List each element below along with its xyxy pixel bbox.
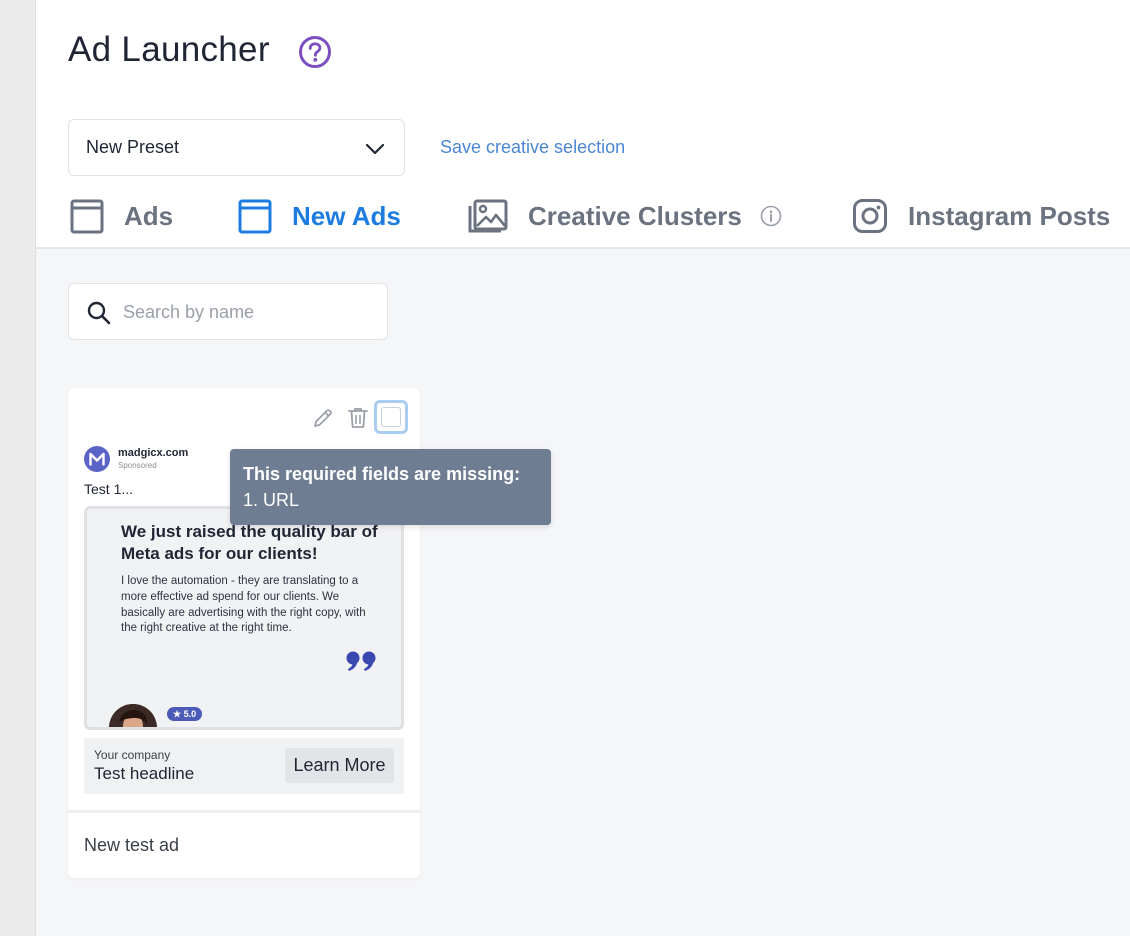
help-icon[interactable] (298, 35, 332, 69)
instagram-icon (853, 199, 887, 233)
tooltip-title: This required fields are missing: (243, 464, 521, 484)
header: Ad Launcher New Preset Save creative sel… (36, 0, 1130, 249)
ad-name: New test ad (84, 835, 180, 855)
tooltip-item: 1. URL (243, 490, 300, 510)
creative-headline: We just raised the quality bar of Meta a… (121, 522, 378, 563)
chevron-down-icon (365, 143, 385, 155)
image-stack-icon (468, 199, 508, 233)
creative-body: I love the automation - they are transla… (121, 575, 366, 635)
quote-icon (346, 651, 376, 671)
learn-more-button[interactable]: Learn More (285, 748, 394, 783)
preset-select-value: New Preset (86, 137, 180, 157)
cta-company: Your company (94, 748, 171, 762)
ad-primary-text: Test 1... (84, 481, 134, 497)
preset-select[interactable]: New Preset (68, 119, 405, 176)
cta-headline: Test headline (94, 764, 195, 783)
tab-label: New Ads (292, 200, 401, 231)
tab-new-ads[interactable]: New Ads (238, 196, 401, 236)
info-icon[interactable] (760, 205, 782, 227)
brand-name: madgicx.com (118, 447, 189, 459)
ad-creative-image: We just raised the quality bar of Meta a… (84, 506, 404, 730)
trash-icon[interactable] (347, 406, 369, 430)
left-sidebar-strip (0, 0, 36, 936)
checkbox-inner (381, 407, 401, 427)
select-checkbox[interactable] (374, 400, 408, 434)
page-title: Ad Launcher (68, 30, 270, 69)
save-creative-selection-link[interactable]: Save creative selection (440, 137, 625, 158)
madgicx-logo-icon (84, 446, 110, 472)
tab-label: Instagram Posts (908, 200, 1111, 231)
missing-fields-tooltip: This required fields are missing: 1. URL (230, 449, 551, 525)
main-area: Ad Launcher New Preset Save creative sel… (36, 0, 1130, 936)
cta-bar: Your company Test headline Learn More (84, 738, 404, 794)
avatar (109, 704, 157, 727)
card-divider (68, 810, 420, 813)
square-icon (70, 199, 104, 234)
tab-label: Ads (124, 200, 174, 231)
tab-instagram-posts[interactable]: Instagram Posts (852, 196, 1110, 236)
rating-badge: ★ 5.0 (167, 707, 203, 721)
search-input[interactable] (123, 298, 373, 326)
tab-creative-clusters[interactable]: Creative Clusters (468, 196, 782, 236)
search-box (68, 283, 388, 340)
pencil-icon[interactable] (312, 407, 334, 429)
sponsored-label: Sponsored (118, 461, 157, 470)
square-icon (238, 199, 272, 234)
search-icon (87, 301, 111, 325)
tab-label: Creative Clusters (528, 200, 742, 231)
tab-ads[interactable]: Ads (70, 196, 173, 236)
